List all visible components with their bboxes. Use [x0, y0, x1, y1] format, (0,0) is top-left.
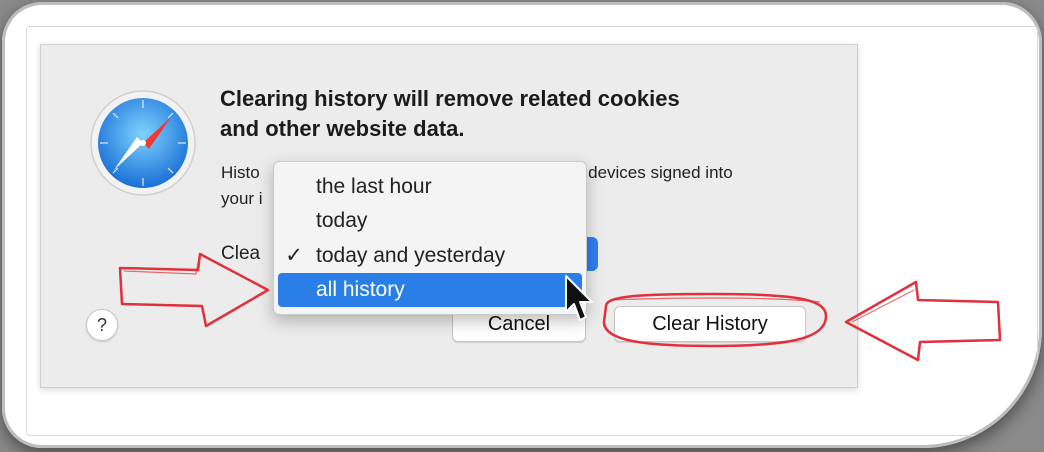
body-line1-end: r devices signed into	[577, 163, 733, 182]
menu-item-last-hour[interactable]: the last hour	[278, 170, 582, 204]
menu-item-label: today and yesterday	[316, 244, 506, 267]
menu-item-label: the last hour	[316, 175, 432, 198]
menu-item-today[interactable]: today	[278, 204, 582, 238]
body-line1-start: Histo	[221, 163, 260, 182]
dialog-title-line1: Clearing history will remove related coo…	[220, 86, 680, 111]
safari-compass-icon	[90, 90, 196, 196]
clear-history-button[interactable]: Clear History	[614, 306, 806, 342]
dialog-title-line2: and other website data.	[220, 116, 465, 141]
dialog-title: Clearing history will remove related coo…	[220, 84, 800, 144]
check-icon: ✓	[285, 244, 303, 267]
help-button[interactable]: ?	[86, 309, 118, 341]
menu-item-today-and-yesterday[interactable]: ✓ today and yesterday	[278, 239, 582, 273]
menu-item-all-history[interactable]: all history	[278, 273, 582, 307]
history-range-menu: the last hour today ✓ today and yesterda…	[273, 161, 587, 315]
clear-range-label: Clea	[221, 243, 261, 264]
menu-item-label: today	[316, 209, 368, 232]
menu-item-label: all history	[316, 278, 405, 301]
